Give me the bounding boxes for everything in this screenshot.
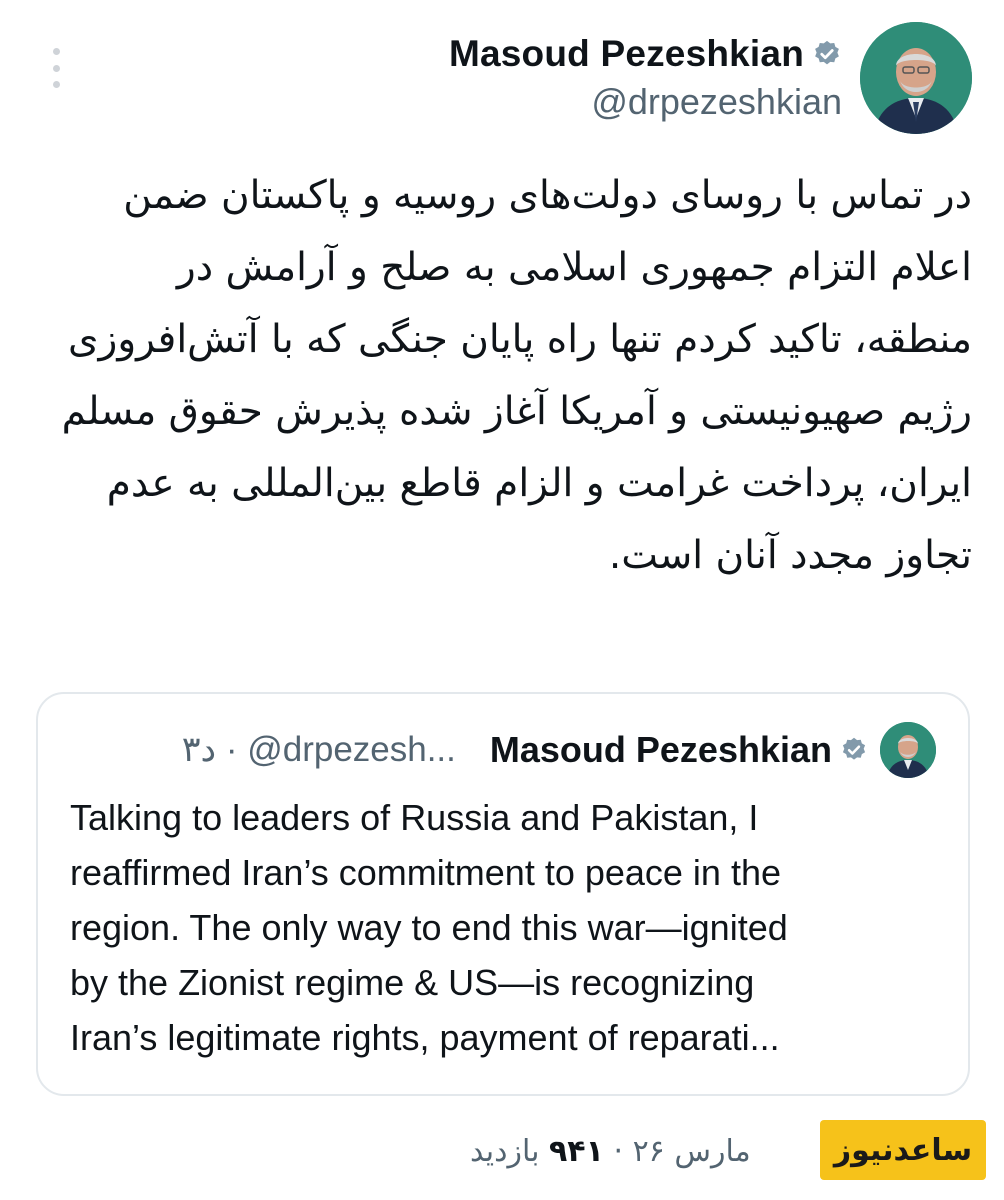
verified-badge-icon [815,40,839,65]
person-portrait-icon [860,22,972,134]
tweet-body-text: در تماس با روسای دولت‌های روسیه و پاکستا… [61,173,972,578]
more-options-icon[interactable] [48,48,64,88]
author-names: Masoud Pezeshkian @drpezeshkian [449,33,842,123]
author-display-name[interactable]: Masoud Pezeshkian [449,33,804,75]
quoted-tweet-text: Talking to leaders of Russia and Pakista… [70,797,788,1058]
quoted-tweet-header: ۳د · @drpezesh... Masoud Pezeshkian [182,722,936,778]
saednews-watermark-logo: ساعدنیوز [820,1120,986,1180]
tweet-header: Masoud Pezeshkian @drpezeshkian [449,22,972,134]
tweet-footer: مارس ۲۶ · ۹۴۱ بازدید [470,1134,751,1169]
views-label: بازدید [470,1134,540,1169]
quoted-author-name: Masoud Pezeshkian [489,729,832,770]
verified-badge-icon [842,737,866,760]
quoted-author-avatar [880,722,936,778]
footer-separator: · [613,1134,624,1169]
author-handle[interactable]: @drpezeshkian [449,81,842,123]
quoted-tweet-meta: ۳د · @drpezesh... [181,730,456,769]
person-portrait-icon [880,722,936,778]
author-avatar[interactable] [860,22,972,134]
views-count: ۹۴۱ [548,1134,604,1169]
quoted-tweet-card[interactable]: ۳د · @drpezesh... Masoud Pezeshkian Talk… [36,692,970,1096]
tweet-date[interactable]: مارس ۲۶ [633,1134,751,1169]
